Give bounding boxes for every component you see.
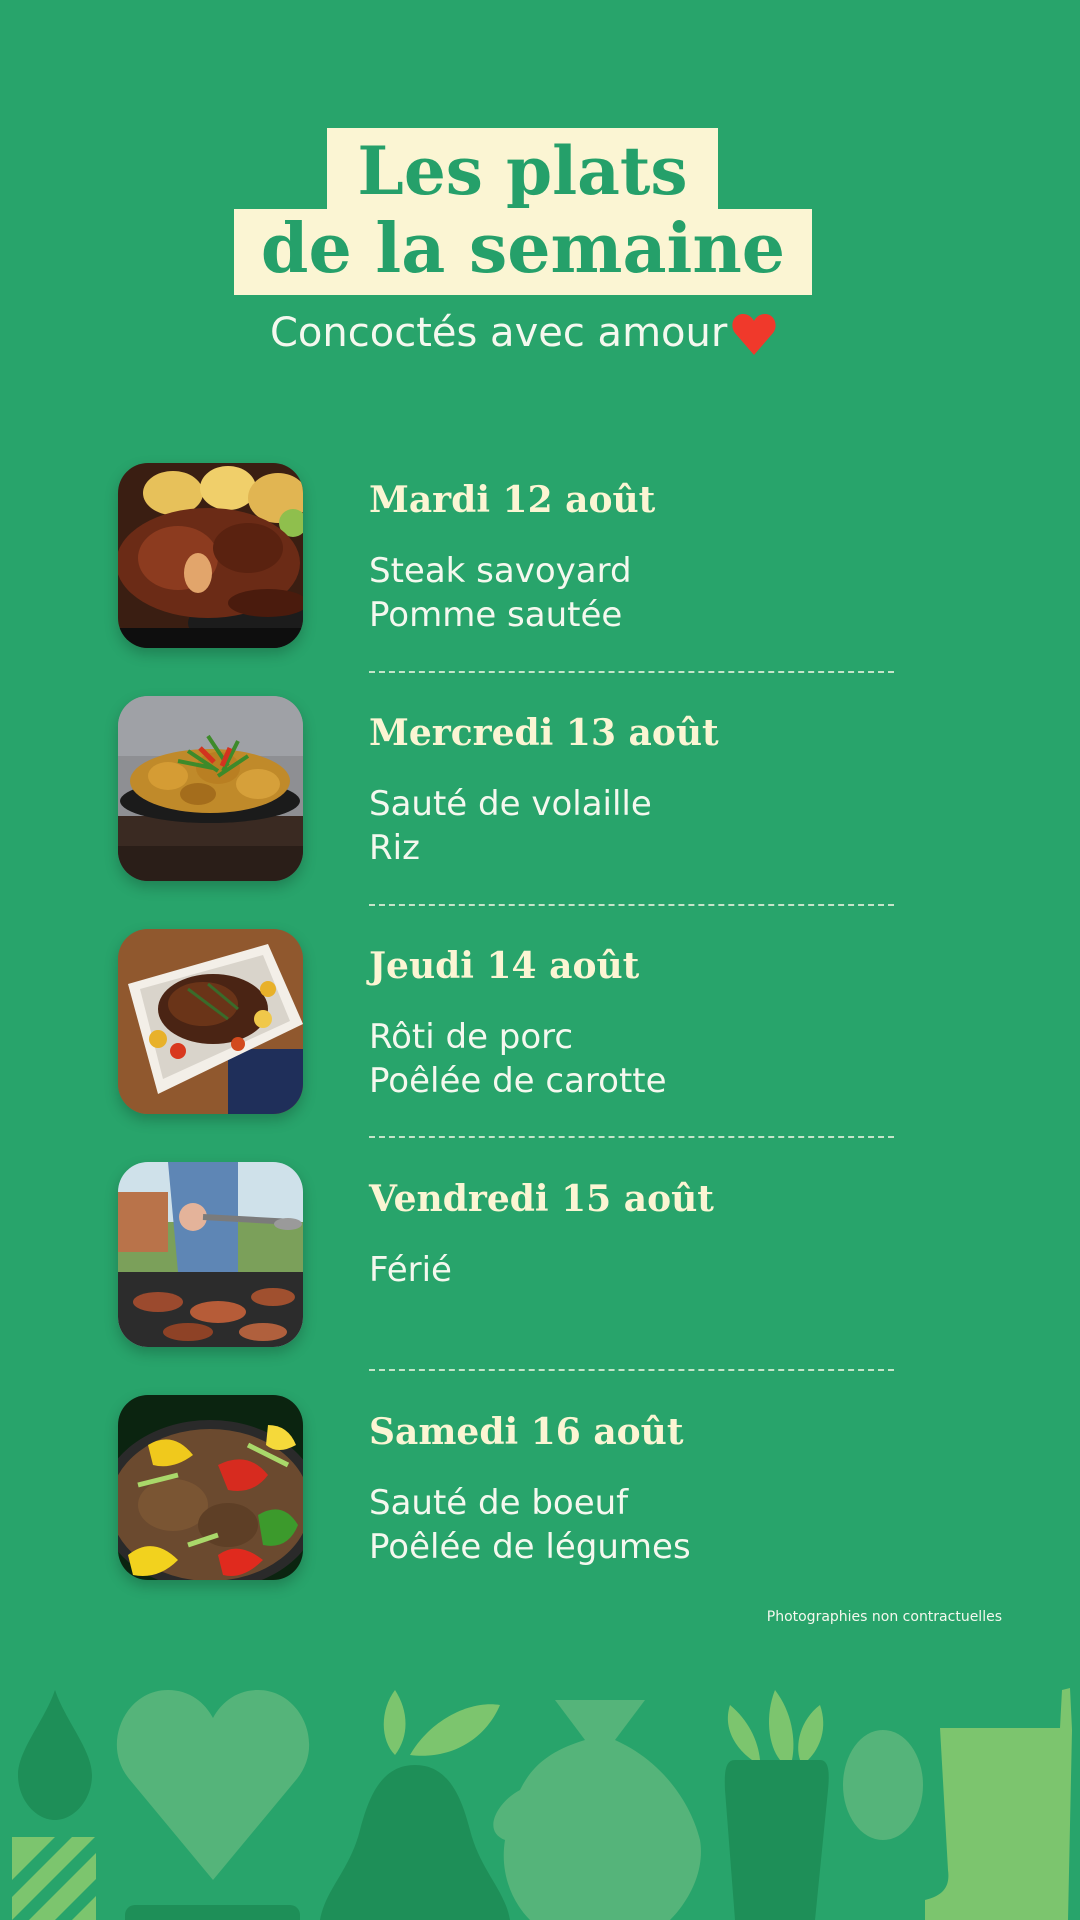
divider — [369, 671, 894, 673]
barbecue-photo — [118, 1162, 303, 1347]
meal-side-dish: Poêlée de carotte — [369, 1061, 667, 1101]
decorative-food-silhouettes — [12, 1688, 1072, 1920]
meal-item-tuesday: Mardi 12 août Steak savoyard Pomme sauté… — [0, 463, 1080, 663]
meal-main-dish: Férié — [369, 1250, 452, 1290]
meal-date: Vendredi 15 août — [369, 1178, 714, 1220]
fish-icon — [493, 1700, 701, 1920]
striped-block-icon — [12, 1836, 96, 1920]
beef-vegetables-photo — [118, 1395, 303, 1580]
meal-main-dish: Sauté de volaille — [369, 784, 652, 824]
meal-main-dish: Sauté de boeuf — [369, 1483, 629, 1523]
divider — [369, 904, 894, 906]
pear-icon — [320, 1690, 510, 1920]
chicken-photo — [118, 696, 303, 881]
meal-date: Mercredi 13 août — [369, 712, 719, 754]
disclaimer-note: Photographies non contractuelles — [766, 1609, 1002, 1625]
meal-main-dish: Steak savoyard — [369, 551, 632, 591]
page-subtitle: Concoctés avec amour — [270, 310, 728, 356]
plate-edge-icon — [125, 1905, 300, 1920]
page-title-line-1: Les plats — [327, 128, 718, 222]
egg-icon — [843, 1730, 923, 1840]
divider — [369, 1369, 894, 1371]
glass-icon — [925, 1688, 1072, 1920]
page-title-line-2: de la semaine — [234, 209, 812, 295]
carrot-icon — [724, 1690, 829, 1920]
heart-shape-icon — [116, 1690, 310, 1880]
meal-side-dish: Riz — [369, 828, 420, 868]
meal-item-thursday: Jeudi 14 août Rôti de porc Poêlée de car… — [0, 929, 1080, 1129]
meal-item-friday: Vendredi 15 août Férié — [0, 1162, 1080, 1362]
meal-item-wednesday: Mercredi 13 août Sauté de volaille Riz — [0, 696, 1080, 896]
meal-main-dish: Rôti de porc — [369, 1017, 574, 1057]
drop-icon — [18, 1690, 92, 1820]
meal-date: Mardi 12 août — [369, 479, 656, 521]
roast-photo — [118, 929, 303, 1114]
divider — [369, 1136, 894, 1138]
heart-icon — [732, 314, 776, 355]
steak-photo — [118, 463, 303, 648]
meal-side-dish: Pomme sautée — [369, 595, 623, 635]
meal-date: Jeudi 14 août — [369, 945, 640, 987]
meal-side-dish: Poêlée de légumes — [369, 1527, 691, 1567]
meal-item-saturday: Samedi 16 août Sauté de boeuf Poêlée de … — [0, 1395, 1080, 1595]
meal-date: Samedi 16 août — [369, 1411, 684, 1453]
